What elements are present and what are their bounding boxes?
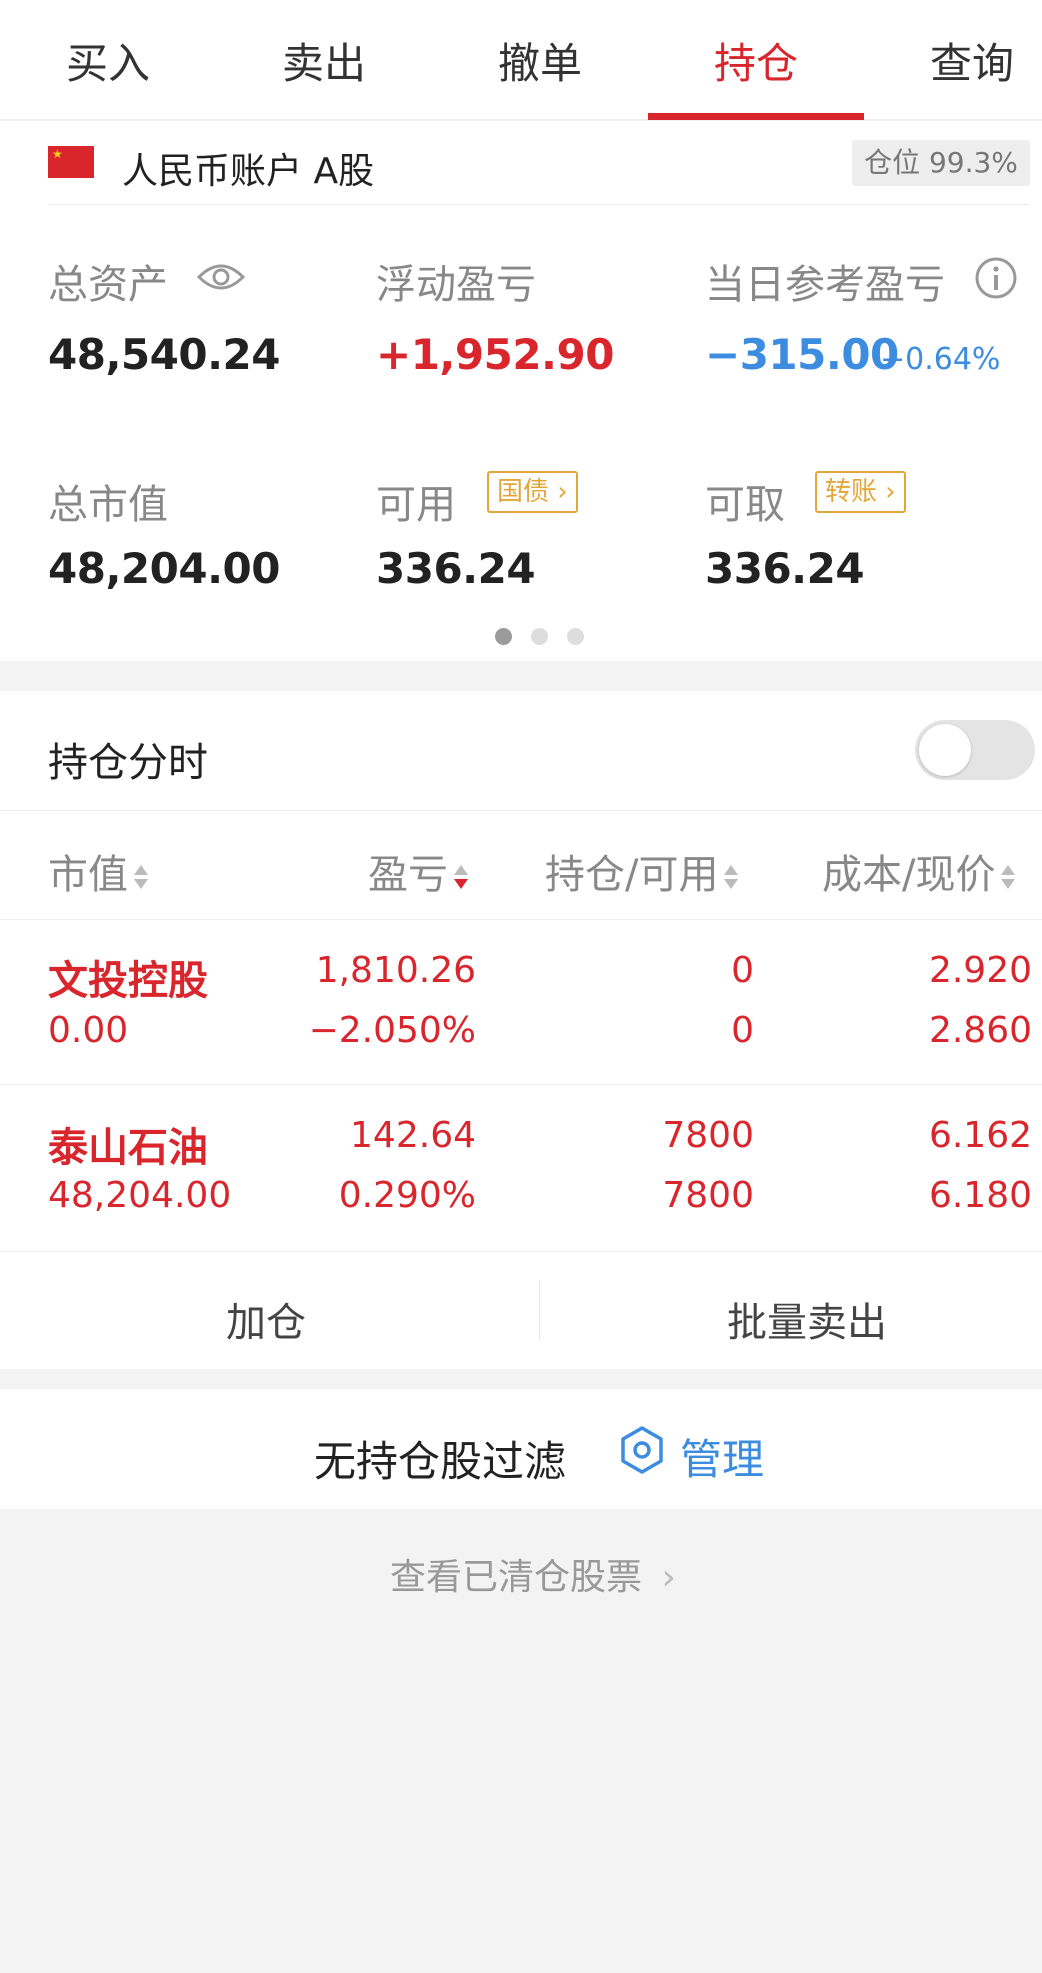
pager-dot-2[interactable] <box>531 628 548 645</box>
column-position-available[interactable]: 持仓/可用 <box>545 842 739 900</box>
sort-desc-icon <box>454 863 468 891</box>
column-cost-price[interactable]: 成本/现价 <box>822 842 1016 900</box>
sort-icon <box>1001 863 1016 891</box>
stock-pl: 142.64 <box>350 1115 476 1156</box>
stock-market-value: 48,204.00 <box>48 1175 232 1216</box>
stock-pl: 1,810.26 <box>315 950 476 991</box>
stock-price: 6.180 <box>928 1175 1032 1216</box>
tab-query[interactable]: 查询 <box>930 30 1014 91</box>
holdings-timeshare-toggle[interactable] <box>915 720 1035 780</box>
no-position-filter-label: 无持仓股过滤 <box>314 1437 567 1486</box>
position-ratio-badge: 仓位 99.3% <box>852 140 1030 186</box>
account-name[interactable]: 人民币账户 A股 <box>122 142 374 194</box>
eye-icon[interactable] <box>196 257 246 297</box>
stock-pl-percent: −2.050% <box>308 1010 476 1051</box>
pager-dot-1[interactable] <box>495 628 512 645</box>
sort-icon <box>724 863 739 891</box>
available-label: 可用 <box>376 482 456 528</box>
total-assets-value: 48,540.24 <box>48 330 280 379</box>
info-icon[interactable] <box>974 256 1018 300</box>
stock-cost: 6.162 <box>928 1115 1032 1156</box>
batch-sell-button[interactable]: 批量卖出 <box>727 1290 887 1348</box>
stock-position: 0 <box>731 950 754 991</box>
table-row[interactable]: 文投控股 0.00 1,810.26 −2.050% 0 0 2.920 2.8… <box>0 920 1042 1084</box>
pager-dot-3[interactable] <box>567 628 584 645</box>
floating-pl-value: +1,952.90 <box>376 330 614 379</box>
stock-price: 2.860 <box>928 1010 1032 1051</box>
active-tab-indicator <box>648 113 864 120</box>
chevron-right-icon: › <box>661 1557 676 1598</box>
tab-sell[interactable]: 卖出 <box>282 30 366 91</box>
column-pl[interactable]: 盈亏 <box>368 842 468 900</box>
daily-pl-percent: −0.64% <box>880 342 1001 377</box>
available-value: 336.24 <box>376 544 536 593</box>
tab-holdings[interactable]: 持仓 <box>714 30 798 91</box>
china-flag-icon: ★ <box>48 146 94 178</box>
floating-pl-label: 浮动盈亏 <box>376 262 536 308</box>
withdrawable-label: 可取 <box>705 482 785 528</box>
stock-available: 0 <box>731 1010 754 1051</box>
view-cleared-stocks-link[interactable]: 查看已清仓股票 › <box>390 1548 676 1600</box>
holdings-timeshare-label: 持仓分时 <box>48 740 208 786</box>
stock-name: 文投控股 <box>48 958 208 1004</box>
daily-pl-value: −315.00 <box>705 330 899 379</box>
account-divider <box>48 204 1030 205</box>
holdings-screen: 买入 卖出 撤单 持仓 查询 ★ 人民币账户 A股 仓位 99.3% 总资产 4… <box>0 0 1042 1973</box>
treasury-bond-tag[interactable]: 国债 › <box>487 471 578 513</box>
tab-buy[interactable]: 买入 <box>66 30 150 91</box>
stock-available: 7800 <box>662 1175 754 1216</box>
table-row[interactable]: 泰山石油 48,204.00 142.64 0.290% 7800 7800 6… <box>0 1085 1042 1250</box>
section-divider <box>0 810 1042 811</box>
market-value-value: 48,204.00 <box>48 544 280 593</box>
tab-cancel-order[interactable]: 撤单 <box>498 30 582 91</box>
daily-pl-label: 当日参考盈亏 <box>705 262 945 308</box>
column-market-value[interactable]: 市值 <box>48 842 148 900</box>
total-assets-label: 总资产 <box>48 262 168 308</box>
actions-separator <box>539 1280 540 1340</box>
sort-icon <box>134 863 148 891</box>
toggle-knob <box>919 724 971 776</box>
settings-hexagon-icon <box>621 1426 663 1474</box>
stock-market-value: 0.00 <box>48 1010 129 1051</box>
stock-name: 泰山石油 <box>48 1125 208 1171</box>
transfer-tag[interactable]: 转账 › <box>815 471 906 513</box>
add-position-button[interactable]: 加仓 <box>226 1290 306 1348</box>
stock-pl-percent: 0.290% <box>338 1175 476 1216</box>
withdrawable-value: 336.24 <box>705 544 865 593</box>
market-value-label: 总市值 <box>48 482 168 528</box>
top-tab-bar: 买入 卖出 撤单 持仓 查询 <box>0 0 1042 120</box>
stock-position: 7800 <box>662 1115 754 1156</box>
stock-cost: 2.920 <box>928 950 1032 991</box>
